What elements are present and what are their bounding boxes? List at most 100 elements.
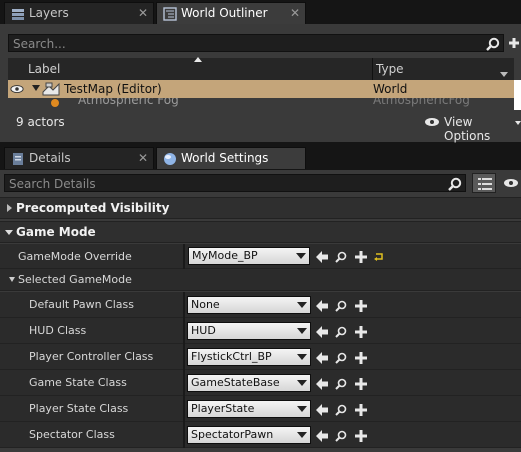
chevron-down-icon bbox=[515, 121, 521, 125]
row-label: TestMap (Editor) bbox=[64, 82, 162, 96]
browse-search-icon[interactable] bbox=[335, 326, 347, 338]
combo-value: MyMode_BP bbox=[192, 249, 258, 262]
browse-search-icon[interactable] bbox=[335, 251, 347, 263]
row-type: AtmosphericFog bbox=[373, 98, 470, 107]
add-icon[interactable] bbox=[355, 404, 367, 416]
close-icon[interactable]: ✕ bbox=[290, 6, 300, 20]
fog-actor-icon bbox=[51, 99, 59, 107]
column-splitter[interactable] bbox=[183, 396, 185, 422]
collapse-arrow-icon[interactable] bbox=[9, 277, 15, 282]
column-splitter[interactable] bbox=[183, 318, 185, 344]
use-selected-arrow-icon[interactable] bbox=[316, 251, 328, 263]
search-icon[interactable] bbox=[486, 37, 500, 51]
tab-details[interactable]: Details ✕ bbox=[4, 147, 154, 169]
browse-search-icon[interactable] bbox=[335, 404, 347, 416]
combo-value: GameStateBase bbox=[191, 376, 280, 389]
browse-search-icon[interactable] bbox=[335, 378, 347, 390]
globe-icon bbox=[164, 153, 176, 165]
class-combo[interactable]: GameStateBase bbox=[187, 374, 311, 392]
reset-to-default-icon[interactable] bbox=[374, 252, 384, 262]
tab-world-settings[interactable]: World Settings bbox=[156, 147, 306, 169]
outliner-search-input[interactable]: Search... bbox=[8, 34, 504, 52]
column-splitter[interactable] bbox=[183, 344, 185, 370]
class-combo[interactable]: None bbox=[187, 296, 311, 314]
column-splitter[interactable] bbox=[183, 244, 185, 269]
category-game-mode[interactable]: Game Mode bbox=[0, 221, 521, 243]
chevron-down-icon bbox=[297, 406, 307, 412]
search-placeholder: Search Details bbox=[9, 177, 96, 191]
close-icon[interactable]: ✕ bbox=[138, 6, 148, 20]
row-type: World bbox=[373, 82, 408, 96]
combo-value: PlayerState bbox=[191, 402, 255, 415]
browse-search-icon[interactable] bbox=[335, 430, 347, 442]
add-icon[interactable] bbox=[355, 430, 367, 442]
property-matrix-button[interactable] bbox=[472, 173, 496, 193]
combo-value: FlystickCtrl_BP bbox=[191, 350, 272, 363]
tab-world-outliner[interactable]: World Outliner ✕ bbox=[156, 2, 306, 24]
add-icon[interactable] bbox=[355, 378, 367, 390]
property-label: Player Controller Class bbox=[29, 350, 154, 363]
class-combo[interactable]: PlayerState bbox=[187, 400, 311, 418]
use-selected-arrow-icon[interactable] bbox=[316, 300, 328, 312]
outliner-row-testmap[interactable]: TestMap (Editor) World bbox=[8, 80, 514, 98]
property-label: Default Pawn Class bbox=[29, 298, 134, 311]
column-splitter[interactable] bbox=[183, 292, 185, 318]
category-precomputed-visibility[interactable]: Precomputed Visibility bbox=[0, 197, 521, 219]
selected-gamemode-row[interactable]: Selected GameMode bbox=[0, 269, 521, 291]
column-type[interactable]: Type bbox=[376, 62, 404, 76]
use-selected-arrow-icon[interactable] bbox=[316, 352, 328, 364]
class-combo[interactable]: SpectatorPawn bbox=[187, 426, 311, 444]
column-menu-icon[interactable] bbox=[500, 72, 508, 77]
layers-icon bbox=[12, 9, 24, 20]
tab-layers[interactable]: Layers ✕ bbox=[4, 2, 154, 24]
details-panel: Search Details Precomputed Visibility Ga… bbox=[0, 170, 521, 452]
eye-icon bbox=[425, 118, 439, 126]
combo-value: HUD bbox=[191, 324, 216, 337]
outliner-scrollbar[interactable] bbox=[514, 80, 521, 110]
outliner-column-header: Label Type bbox=[8, 57, 514, 80]
expand-arrow-icon[interactable] bbox=[32, 85, 40, 91]
column-label[interactable]: Label bbox=[28, 62, 60, 76]
add-icon[interactable] bbox=[355, 251, 367, 263]
gamemode-override-row: GameMode Override MyMode_BP bbox=[0, 244, 521, 269]
use-selected-arrow-icon[interactable] bbox=[316, 404, 328, 416]
use-selected-arrow-icon[interactable] bbox=[316, 378, 328, 390]
chevron-down-icon bbox=[296, 253, 306, 259]
chevron-down-icon bbox=[297, 432, 307, 438]
property-row: Game State Class GameStateBase bbox=[0, 370, 521, 396]
collapse-arrow-icon[interactable] bbox=[5, 230, 13, 235]
view-options-button[interactable]: View Options bbox=[424, 115, 521, 143]
add-icon[interactable] bbox=[355, 300, 367, 312]
class-combo[interactable]: HUD bbox=[187, 322, 311, 340]
close-icon[interactable]: ✕ bbox=[138, 151, 148, 165]
outliner-panel: Search... Label Type TestMap (Editor) Wo… bbox=[0, 24, 521, 143]
tab-label: World Outliner bbox=[181, 6, 268, 20]
property-row: Spectator Class SpectatorPawn bbox=[0, 422, 521, 448]
browse-search-icon[interactable] bbox=[335, 300, 347, 312]
outliner-row-atmospheric-fog[interactable]: Atmospheric Fog AtmosphericFog bbox=[8, 98, 514, 108]
property-row: HUD Class HUD bbox=[0, 318, 521, 344]
actor-count: 9 actors bbox=[16, 115, 65, 129]
add-icon[interactable] bbox=[355, 326, 367, 338]
details-search-input[interactable]: Search Details bbox=[4, 174, 466, 192]
add-icon[interactable] bbox=[509, 37, 519, 49]
use-selected-arrow-icon[interactable] bbox=[316, 326, 328, 338]
browse-search-icon[interactable] bbox=[335, 352, 347, 364]
gamemode-override-combo[interactable]: MyMode_BP bbox=[188, 247, 310, 265]
eye-icon[interactable] bbox=[503, 178, 519, 188]
chevron-down-icon bbox=[297, 354, 307, 360]
column-splitter[interactable] bbox=[183, 422, 185, 448]
class-combo[interactable]: FlystickCtrl_BP bbox=[187, 348, 311, 366]
outliner-icon bbox=[163, 7, 177, 21]
expand-arrow-icon[interactable] bbox=[7, 204, 12, 212]
grid-list-icon bbox=[478, 178, 492, 190]
sort-ascending-icon[interactable] bbox=[194, 57, 202, 62]
row-label: Atmospheric Fog bbox=[78, 98, 179, 107]
column-splitter[interactable] bbox=[183, 370, 185, 396]
visibility-eye-icon[interactable] bbox=[10, 84, 24, 94]
property-label: Game State Class bbox=[29, 376, 127, 389]
chevron-down-icon bbox=[297, 328, 307, 334]
use-selected-arrow-icon[interactable] bbox=[316, 430, 328, 442]
search-icon[interactable] bbox=[448, 177, 462, 191]
add-icon[interactable] bbox=[355, 352, 367, 364]
